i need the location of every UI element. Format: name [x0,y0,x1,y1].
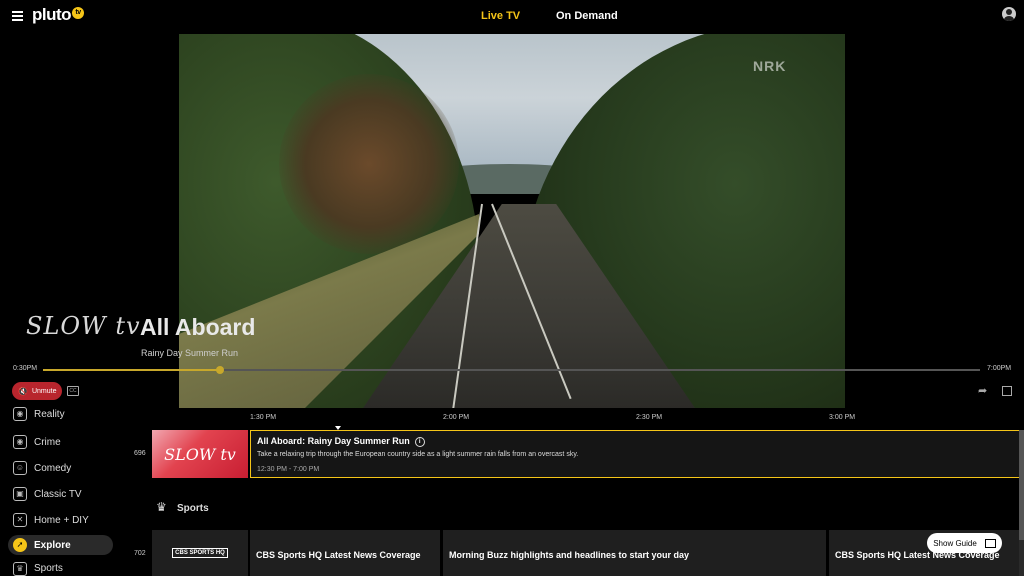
pluto-logo[interactable]: pluto tv [32,5,85,25]
sidebar-item-label: Sports [34,563,63,574]
program-cell-title: CBS Sports HQ Latest News Coverage [256,550,421,560]
classic-tv-icon: ▣ [13,487,27,501]
home-diy-icon: ✕ [13,513,27,527]
video-autumn-tree [279,74,459,254]
nrk-watermark: NRK [753,58,787,74]
sidebar-item-label: Home + DIY [34,514,89,526]
logo-text: pluto [32,5,72,24]
progress-fill [43,369,221,371]
program-cell[interactable]: CBS Sports HQ Latest News Coverage [250,530,440,576]
sidebar-item-crime[interactable]: ◉ Crime [8,432,113,452]
channel-thumbnail-text: SLOW tv [164,444,236,464]
trophy-icon: ♛ [156,500,167,514]
time-tick: 2:30 PM [636,414,663,421]
progress-track[interactable] [43,366,980,374]
time-tick: 3:00 PM [829,414,856,421]
info-icon[interactable]: i [414,436,425,447]
episode-title: Rainy Day Summer Run [141,348,239,358]
program-time: 12:30 PM - 7:00 PM [257,466,320,473]
channel-number: 702 [134,550,146,557]
start-time: 0:30PM [13,365,38,372]
sidebar-item-classic-tv[interactable]: ▣ Classic TV [8,484,113,504]
show-guide-label: Show Guide [933,538,977,548]
time-tick: 1:30 PM [250,414,277,421]
program-description: Take a relaxing trip through the Europea… [257,451,579,458]
program-cell[interactable]: Morning Buzz highlights and headlines to… [443,530,826,576]
show-guide-button[interactable]: Show Guide [927,533,1002,553]
compass-icon: ➚ [13,538,27,552]
share-icon[interactable]: ➦ [978,384,987,397]
crime-icon: ◉ [13,435,27,449]
end-time: 7:00PM [987,365,1012,372]
sidebar-item-sports[interactable]: ♛ Sports [8,561,113,576]
current-program-card[interactable]: All Aboard: Rainy Day Summer Run i Take a… [250,430,1021,478]
fullscreen-icon[interactable] [1002,386,1012,396]
show-title: All Aboard [140,314,256,340]
reality-icon: ◉ [13,407,27,421]
menu-icon[interactable] [12,11,23,21]
unmute-button[interactable]: 🔇 Unmute [12,382,62,400]
section-header: Sports [177,503,209,514]
user-account-icon[interactable] [1002,7,1016,21]
program-cell-title: Morning Buzz highlights and headlines to… [449,550,690,560]
sidebar-item-home-diy[interactable]: ✕ Home + DIY [8,510,113,530]
channel-thumbnail[interactable]: SLOW tv [152,430,248,478]
tab-on-demand[interactable]: On Demand [556,10,618,22]
channel-thumbnail[interactable]: CBS SPORTS HQ [152,530,248,576]
sidebar-item-label: Classic TV [34,488,82,500]
captions-icon[interactable]: CC [67,386,79,396]
time-tick: 2:00 PM [443,414,470,421]
channel-number: 696 [134,450,146,457]
video-player[interactable]: NRK [179,34,845,408]
scrollbar-thumb[interactable] [1019,430,1024,540]
unmute-label: Unmute [31,387,57,395]
sidebar-item-label: Explore [34,539,71,551]
sidebar-item-comedy[interactable]: ☺ Comedy [8,458,113,478]
channel-thumbnail-text: CBS SPORTS HQ [172,548,228,558]
trophy-icon: ♛ [13,561,27,576]
sidebar-item-label: Crime [34,436,61,448]
program-title: All Aboard: Rainy Day Summer Run i [257,436,425,447]
program-title-text: All Aboard: Rainy Day Summer Run [257,436,410,446]
sidebar-item-label: Comedy [34,462,72,474]
mute-icon: 🔇 [18,386,28,396]
channel-logo: SLOW tv [26,312,141,340]
sidebar-item-reality[interactable]: ◉ Reality [8,406,113,422]
sidebar-item-explore[interactable]: ➚ Explore [8,535,113,555]
guide-scrollbar[interactable] [1019,430,1024,576]
comedy-icon: ☺ [13,461,27,475]
guide-icon [984,538,996,548]
sidebar-item-label: Reality [34,408,65,420]
tab-live-tv[interactable]: Live TV [481,10,520,22]
logo-badge: tv [72,7,85,19]
